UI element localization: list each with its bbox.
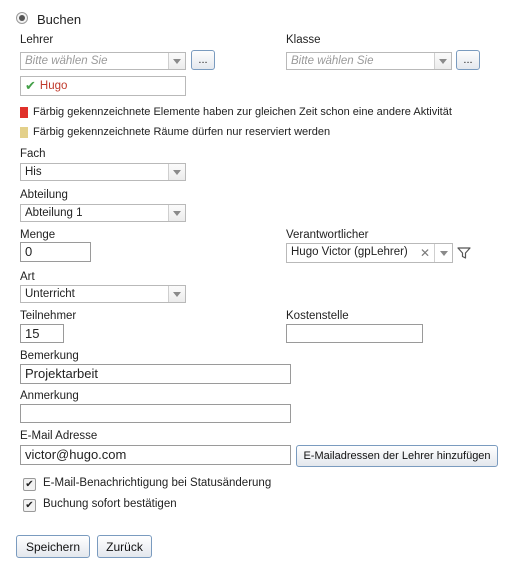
bemerkung-label: Bemerkung <box>20 350 79 362</box>
teilnehmer-label: Teilnehmer <box>20 310 77 322</box>
chevron-down-icon[interactable] <box>434 244 452 262</box>
page-title: Buchen <box>37 12 82 27</box>
art-label: Art <box>20 271 35 283</box>
klasse-placeholder: Bitte wählen Sie <box>291 55 374 67</box>
conflict-color-swatch <box>20 107 28 118</box>
confirm-label: Buchung sofort bestätigen <box>43 498 177 510</box>
kostenstelle-input[interactable] <box>286 324 423 343</box>
verantwortlicher-label: Verantwortlicher <box>286 229 369 241</box>
klasse-browse-button[interactable]: ... <box>456 50 480 70</box>
notify-checkbox[interactable]: ✔ <box>23 478 36 491</box>
buchen-radio[interactable] <box>16 12 28 24</box>
anmerkung-label: Anmerkung <box>20 390 79 402</box>
teilnehmer-input[interactable]: 15 <box>20 324 64 343</box>
reserved-color-swatch <box>20 127 28 138</box>
legend-conflict-text: Färbig gekennzeichnete Elemente haben zu… <box>33 106 452 118</box>
klasse-label: Klasse <box>286 34 321 46</box>
art-select[interactable]: Unterricht <box>20 285 186 303</box>
chevron-down-icon[interactable] <box>168 205 185 221</box>
save-button[interactable]: Speichern <box>16 535 90 558</box>
confirm-checkbox[interactable]: ✔ <box>23 499 36 512</box>
bemerkung-input[interactable]: Projektarbeit <box>20 364 291 384</box>
add-teacher-emails-button[interactable]: E-Mailadressen der Lehrer hinzufügen <box>296 445 498 467</box>
anmerkung-input[interactable] <box>20 404 291 423</box>
abteilung-value: Abteilung 1 <box>25 207 83 219</box>
menge-label: Menge <box>20 229 56 241</box>
klasse-select[interactable]: Bitte wählen Sie <box>286 52 452 70</box>
lehrer-select[interactable]: Bitte wählen Sie <box>20 52 186 70</box>
lehrer-label: Lehrer <box>20 34 54 46</box>
back-button[interactable]: Zurück <box>97 535 152 558</box>
lehrer-placeholder: Bitte wählen Sie <box>25 55 108 67</box>
legend-reserved-text: Färbig gekennzeichnete Räume dürfen nur … <box>33 126 331 138</box>
email-label: E-Mail Adresse <box>20 430 98 442</box>
chevron-down-icon[interactable] <box>168 53 185 69</box>
fach-value: His <box>25 166 42 178</box>
verantwortlicher-value: Hugo Victor (gpLehrer) <box>291 246 408 258</box>
abteilung-select[interactable]: Abteilung 1 <box>20 204 186 222</box>
art-value: Unterricht <box>25 288 75 300</box>
kostenstelle-label: Kostenstelle <box>286 310 349 322</box>
abteilung-label: Abteilung <box>20 189 68 201</box>
checkmark-icon: ✔ <box>25 78 36 93</box>
menge-input[interactable]: 0 <box>20 242 91 262</box>
chevron-down-icon[interactable] <box>168 164 185 180</box>
lehrer-selected-name: Hugo <box>39 80 68 92</box>
fach-label: Fach <box>20 148 46 160</box>
verantwortlicher-select[interactable]: Hugo Victor (gpLehrer) ✕ <box>286 243 453 263</box>
lehrer-browse-button[interactable]: ... <box>191 50 215 70</box>
fach-select[interactable]: His <box>20 163 186 181</box>
lehrer-selected-tag[interactable]: ✔ Hugo <box>20 76 186 96</box>
email-input[interactable]: victor@hugo.com <box>20 445 291 465</box>
clear-icon[interactable]: ✕ <box>416 244 434 262</box>
filter-icon[interactable] <box>457 246 471 260</box>
notify-label: E-Mail-Benachrichtigung bei Statusänderu… <box>43 477 272 489</box>
chevron-down-icon[interactable] <box>434 53 451 69</box>
chevron-down-icon[interactable] <box>168 286 185 302</box>
